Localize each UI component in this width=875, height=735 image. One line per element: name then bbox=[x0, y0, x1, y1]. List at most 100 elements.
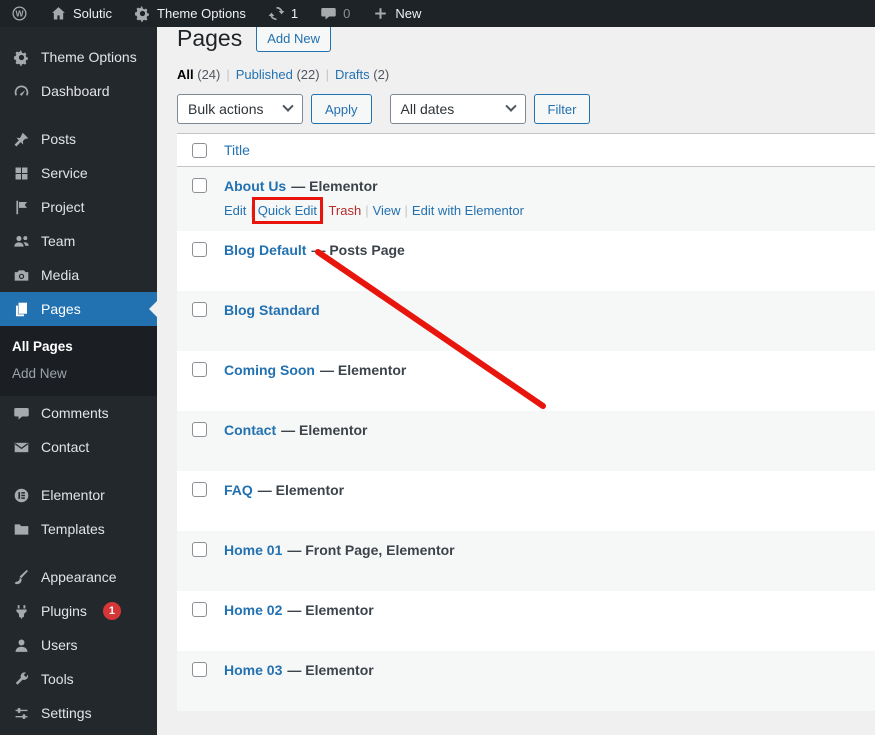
plug-icon bbox=[12, 603, 31, 620]
action-separator: | bbox=[250, 203, 254, 218]
submenu-item-add-new[interactable]: Add New bbox=[0, 360, 157, 387]
sidebar-item-theme-options[interactable]: Theme Options bbox=[0, 40, 157, 74]
sidebar-item-contact[interactable]: Contact bbox=[0, 430, 157, 464]
sidebar-item-label: Media bbox=[41, 267, 80, 283]
row-checkbox[interactable] bbox=[192, 302, 207, 317]
table-row: Blog Default — Posts Page bbox=[177, 231, 875, 291]
filter-button[interactable]: Filter bbox=[533, 94, 591, 124]
row-action-view[interactable]: View bbox=[373, 203, 401, 218]
title-column-header[interactable]: Title bbox=[224, 142, 250, 158]
dashboard-icon bbox=[12, 83, 31, 100]
row-checkbox[interactable] bbox=[192, 362, 207, 377]
sidebar-item-label: Appearance bbox=[41, 569, 117, 585]
row-checkbox[interactable] bbox=[192, 422, 207, 437]
sidebar-item-service[interactable]: Service bbox=[0, 156, 157, 190]
page-title-link[interactable]: Home 01 bbox=[224, 542, 282, 558]
row-checkbox[interactable] bbox=[192, 178, 207, 193]
gear-icon bbox=[12, 49, 31, 66]
view-count: (24) bbox=[197, 67, 221, 82]
table-row: Blog Standard bbox=[177, 291, 875, 351]
row-action-edit[interactable]: Edit bbox=[224, 203, 246, 218]
page-title-link[interactable]: FAQ bbox=[224, 482, 253, 498]
page-title-link[interactable]: Contact bbox=[224, 422, 276, 438]
adminbar-item-0[interactable]: 0 bbox=[309, 0, 361, 27]
row-action-edit-with-elementor[interactable]: Edit with Elementor bbox=[412, 203, 524, 218]
sidebar-item-settings[interactable]: Settings bbox=[0, 696, 157, 730]
adminbar-item-solutic[interactable]: Solutic bbox=[39, 0, 123, 27]
page-state: — Elementor bbox=[287, 602, 374, 618]
adminbar-item-label: New bbox=[395, 6, 422, 21]
page-state: — Elementor bbox=[320, 362, 407, 378]
adminbar-item-theme-options[interactable]: Theme Options bbox=[123, 0, 257, 27]
row-checkbox[interactable] bbox=[192, 542, 207, 557]
svg-text:W: W bbox=[15, 9, 24, 19]
apply-button[interactable]: Apply bbox=[311, 94, 372, 124]
page-title-link[interactable]: Blog Default bbox=[224, 242, 306, 258]
bulk-actions-value: Bulk actions bbox=[188, 101, 264, 117]
bulk-actions-select[interactable]: Bulk actions bbox=[177, 94, 303, 124]
media-icon bbox=[12, 267, 31, 284]
row-action-quick-edit[interactable]: Quick Edit bbox=[251, 197, 324, 224]
admin-bar: W Solutic Theme Options 1 0 New bbox=[0, 0, 875, 27]
action-separator: | bbox=[321, 203, 325, 218]
row-checkbox[interactable] bbox=[192, 662, 207, 677]
view-filter-links: All (24) | Published (22) | Drafts (2) bbox=[177, 67, 875, 83]
sidebar-item-pages[interactable]: Pages bbox=[0, 292, 157, 326]
pages-table: Title About Us — Elementor Edit | Quick Edit… bbox=[177, 133, 875, 711]
sidebar-item-plugins[interactable]: Plugins 1 bbox=[0, 594, 157, 628]
sidebar-item-appearance[interactable]: Appearance bbox=[0, 560, 157, 594]
page-title-link[interactable]: Home 03 bbox=[224, 662, 282, 678]
action-separator: | bbox=[365, 203, 369, 218]
add-new-button[interactable]: Add New bbox=[256, 24, 331, 52]
sidebar-item-label: Dashboard bbox=[41, 83, 110, 99]
sidebar-item-users[interactable]: Users bbox=[0, 628, 157, 662]
home-icon bbox=[50, 5, 67, 22]
page-title-link[interactable]: Home 02 bbox=[224, 602, 282, 618]
sidebar-item-tools[interactable]: Tools bbox=[0, 662, 157, 696]
flag-icon bbox=[12, 199, 31, 216]
sidebar-item-posts[interactable]: Posts bbox=[0, 122, 157, 156]
page-title-link[interactable]: Blog Standard bbox=[224, 302, 320, 318]
sidebar-item-label: Plugins bbox=[41, 603, 87, 619]
gear-icon bbox=[134, 5, 151, 22]
dates-filter-value: All dates bbox=[400, 101, 455, 117]
main-content: Pages Add New All (24) | Published (22) | Dr… bbox=[157, 0, 875, 711]
sidebar-item-team[interactable]: Team bbox=[0, 224, 157, 258]
view-link-all[interactable]: All (24) bbox=[177, 67, 220, 82]
brush-icon bbox=[12, 569, 31, 586]
view-count: (22) bbox=[296, 67, 320, 82]
sidebar-item-label: Team bbox=[41, 233, 76, 249]
adminbar-item-1[interactable]: 1 bbox=[257, 0, 309, 27]
table-row: Coming Soon — Elementor bbox=[177, 351, 875, 411]
dates-filter-select[interactable]: All dates bbox=[389, 94, 526, 124]
view-link-published[interactable]: Published (22) bbox=[236, 67, 320, 82]
chevron-down-icon bbox=[504, 100, 517, 112]
table-row: Home 01 — Front Page, Elementor bbox=[177, 531, 875, 591]
row-checkbox[interactable] bbox=[192, 242, 207, 257]
sidebar-item-project[interactable]: Project bbox=[0, 190, 157, 224]
sidebar-item-comments[interactable]: Comments bbox=[0, 396, 157, 430]
row-action-trash[interactable]: Trash bbox=[328, 203, 361, 218]
sidebar-item-media[interactable]: Media bbox=[0, 258, 157, 292]
row-checkbox[interactable] bbox=[192, 482, 207, 497]
page-title: Pages bbox=[177, 24, 243, 51]
view-link-drafts[interactable]: Drafts (2) bbox=[335, 67, 389, 82]
sidebar-submenu: All Pages Add New bbox=[0, 326, 157, 396]
page-title-link[interactable]: About Us bbox=[224, 178, 286, 194]
row-checkbox[interactable] bbox=[192, 602, 207, 617]
sidebar-item-label: Project bbox=[41, 199, 85, 215]
adminbar-item-new[interactable]: New bbox=[361, 0, 432, 27]
sliders-icon bbox=[12, 705, 31, 722]
sidebar-item-templates[interactable]: Templates bbox=[0, 512, 157, 546]
sidebar-item-dashboard[interactable]: Dashboard bbox=[0, 74, 157, 108]
view-count: (2) bbox=[373, 67, 390, 82]
sidebar-item-elementor[interactable]: Elementor bbox=[0, 478, 157, 512]
comments-icon bbox=[320, 5, 337, 22]
adminbar-item-wordpress[interactable]: W bbox=[0, 0, 39, 27]
select-all-checkbox[interactable] bbox=[192, 142, 207, 158]
sidebar-item-label: Contact bbox=[41, 439, 90, 455]
page-title-link[interactable]: Coming Soon bbox=[224, 362, 315, 378]
submenu-item-all-pages[interactable]: All Pages bbox=[0, 333, 157, 360]
page-state: — Elementor bbox=[257, 482, 345, 498]
sidebar-item-label: Pages bbox=[41, 301, 81, 317]
